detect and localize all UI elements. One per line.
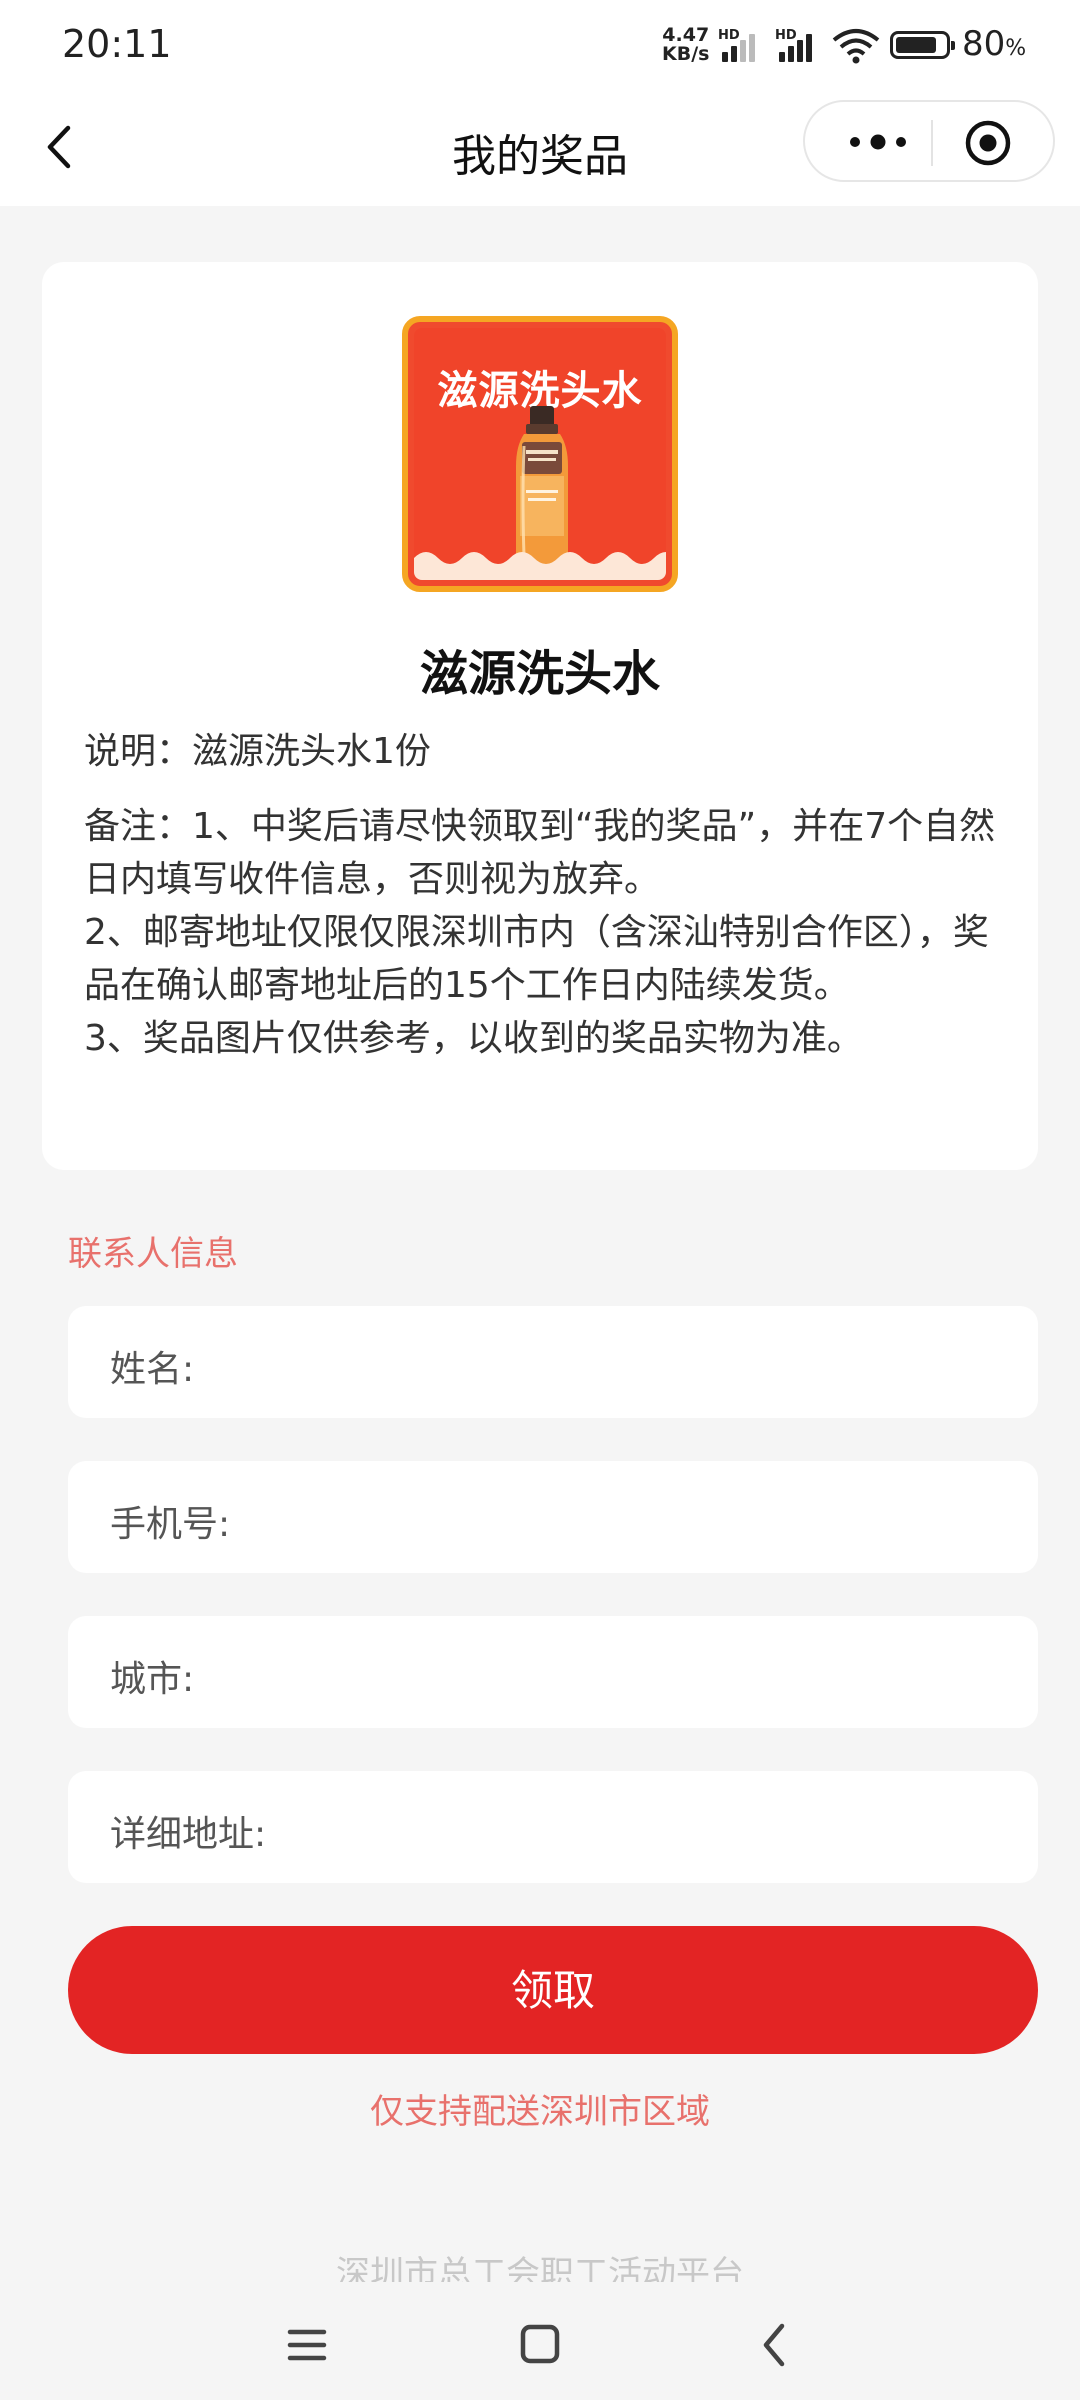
close-miniprogram-icon[interactable] [963, 118, 1013, 168]
prize-remarks: 备注：1、中奖后请尽快领取到“我的奖品”，并在7个自然日内填写收件信息，否则视为… [84, 800, 1004, 1065]
network-speed: 4.47 KB/s [662, 26, 709, 64]
phone-label: 手机号: [110, 1504, 231, 1545]
miniprogram-capsule [803, 100, 1055, 182]
platform-footer: 深圳市总工会职工活动平台 [336, 2254, 744, 2282]
city-field[interactable]: 城市: [68, 1616, 1038, 1728]
city-input[interactable] [308, 1636, 1012, 1710]
status-time: 20:11 [62, 22, 172, 66]
address-input[interactable] [358, 1791, 1012, 1865]
remark-line: 备注：1、中奖后请尽快领取到“我的奖品”，并在7个自然日内填写收件信息，否则视为… [84, 806, 996, 900]
name-input[interactable] [308, 1326, 1012, 1400]
more-icon[interactable] [843, 127, 913, 157]
claim-button[interactable]: 领取 [68, 1926, 1038, 2054]
address-field[interactable]: 详细地址: [68, 1771, 1038, 1883]
phone-input[interactable] [308, 1481, 1012, 1555]
hd-label: HD [775, 28, 797, 43]
nav-bar: 我的奖品 [0, 90, 1080, 206]
hd-label: HD [718, 28, 740, 43]
prize-image: 滋源洗头水 [402, 316, 678, 592]
delivery-notice: 仅支持配送深圳市区域 [370, 2092, 710, 2132]
battery-icon [890, 31, 955, 59]
menu-icon[interactable] [272, 2312, 342, 2378]
signal-icon: HD [718, 28, 770, 62]
contact-section-title: 联系人信息 [68, 1234, 238, 1274]
city-label: 城市: [110, 1659, 195, 1700]
signal-icon: HD [775, 28, 827, 62]
prize-card: 滋源洗头水 滋源洗头水 说明：滋源洗头水1份 备注：1、中奖后请尽快领取到“我的… [42, 262, 1038, 1170]
capsule-divider [931, 120, 933, 166]
name-label: 姓名: [110, 1349, 195, 1390]
remark-line: 3、奖品图片仅供参考，以收到的奖品实物为准。 [84, 1018, 863, 1059]
status-bar: 20:11 4.47 KB/s HD HD 80% [0, 0, 1080, 90]
system-nav-bar [0, 2290, 1080, 2400]
wave-decoration [414, 552, 666, 580]
network-speed-unit: KB/s [662, 43, 710, 65]
home-icon[interactable] [505, 2312, 575, 2378]
address-label: 详细地址: [110, 1814, 267, 1855]
phone-field[interactable]: 手机号: [68, 1461, 1038, 1573]
wifi-icon [832, 29, 880, 64]
battery-percent: 80% [962, 24, 1027, 64]
prize-description: 说明：滋源洗头水1份 [84, 731, 431, 772]
name-field[interactable]: 姓名: [68, 1306, 1038, 1418]
remark-line: 2、邮寄地址仅限仅限深圳市内（含深汕特别合作区），奖品在确认邮寄地址后的15个工… [84, 912, 989, 1006]
system-back-icon[interactable] [740, 2312, 810, 2378]
prize-name: 滋源洗头水 [419, 646, 660, 702]
